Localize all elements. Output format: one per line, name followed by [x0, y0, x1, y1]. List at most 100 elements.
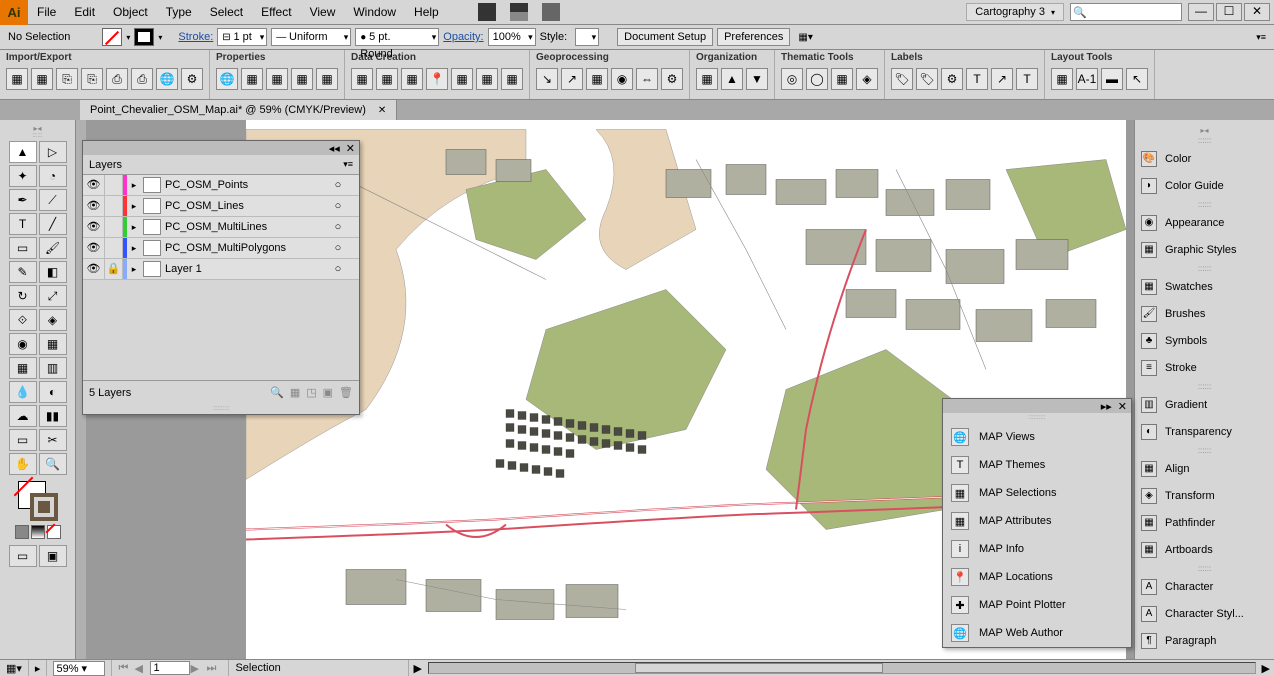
stroke-swatch[interactable]	[134, 28, 154, 46]
bridge-icon[interactable]	[478, 3, 496, 21]
lock-toggle[interactable]	[105, 238, 123, 258]
tool-button[interactable]: 🌐	[216, 68, 238, 90]
panel-symbols[interactable]: ♣Symbols	[1135, 327, 1274, 354]
perspective-tool[interactable]: ▦	[39, 333, 67, 355]
tool-button[interactable]: ▦	[376, 68, 398, 90]
map-panel-item[interactable]: 📍MAP Locations	[943, 563, 1131, 591]
panel-transform[interactable]: ◈Transform	[1135, 482, 1274, 509]
tool-button[interactable]: ▦	[351, 68, 373, 90]
tool-button[interactable]: ⎘	[56, 68, 78, 90]
lock-toggle[interactable]	[105, 217, 123, 237]
shape-builder-tool[interactable]: ◉	[9, 333, 37, 355]
width-tool[interactable]: ⟐	[9, 309, 37, 331]
page-input[interactable]: 1	[150, 661, 190, 675]
document-setup-button[interactable]: Document Setup	[617, 28, 713, 46]
layer-row[interactable]: 👁 ▸ PC_OSM_Points ○	[83, 175, 359, 196]
blend-tool[interactable]: ◐	[39, 381, 67, 403]
locate-layer-icon[interactable]: 🔍	[270, 386, 284, 399]
workspace-switcher[interactable]: Cartography 3▾	[966, 3, 1064, 21]
expand-toggle[interactable]: ▸	[127, 180, 141, 191]
eyedropper-tool[interactable]: 💧	[9, 381, 37, 403]
tool-button[interactable]: 🌐	[156, 68, 178, 90]
tool-button[interactable]: ▦	[501, 68, 523, 90]
tool-button[interactable]: ▦	[291, 68, 313, 90]
panel-character-styl-[interactable]: ACharacter Styl...	[1135, 600, 1274, 627]
tool-button[interactable]: ⎘	[81, 68, 103, 90]
tool-button[interactable]: ▲	[721, 68, 743, 90]
maximize-button[interactable]: ☐	[1216, 3, 1242, 21]
horizontal-scrollbar[interactable]	[428, 662, 1256, 674]
tool-button[interactable]: ⚙	[181, 68, 203, 90]
menu-help[interactable]: Help	[405, 5, 448, 19]
panel-collapse-icon[interactable]: ◂◂	[329, 142, 340, 155]
panel-character[interactable]: ACharacter	[1135, 573, 1274, 600]
tool-button[interactable]: ⇔	[636, 68, 658, 90]
menu-edit[interactable]: Edit	[65, 5, 104, 19]
opacity-input[interactable]: 100%	[488, 28, 536, 46]
screen-mode-normal[interactable]: ▭	[9, 545, 37, 567]
layer-row[interactable]: 👁 🔒 ▸ Layer 1 ○	[83, 259, 359, 280]
tool-button[interactable]: T	[1016, 68, 1038, 90]
mesh-tool[interactable]: ▦	[9, 357, 37, 379]
panel-transparency[interactable]: ◐Transparency	[1135, 418, 1274, 445]
visibility-toggle[interactable]: 👁	[83, 175, 105, 195]
lock-toggle[interactable]	[105, 175, 123, 195]
type-tool[interactable]: T	[9, 213, 37, 235]
target-icon[interactable]: ○	[329, 179, 347, 191]
paintbrush-tool[interactable]: 🖌	[39, 237, 67, 259]
panel-stroke[interactable]: ≡Stroke	[1135, 354, 1274, 381]
selection-tool[interactable]: ▲	[9, 141, 37, 163]
tool-button[interactable]: 🏷	[891, 68, 913, 90]
layer-name-label[interactable]: PC_OSM_Points	[163, 179, 329, 191]
doc-icon[interactable]: ▸	[29, 660, 48, 676]
map-panel-item[interactable]: 🌐MAP Web Author	[943, 619, 1131, 647]
tool-button[interactable]: ◎	[781, 68, 803, 90]
tool-button[interactable]: ▦	[1051, 68, 1073, 90]
layers-panel[interactable]: ◂◂ ✕ Layers▾≡ 👁 ▸ PC_OSM_Points ○ 👁 ▸ PC…	[82, 140, 360, 415]
new-sublayer-icon[interactable]: ◳	[306, 386, 316, 399]
eraser-tool[interactable]: ◧	[39, 261, 67, 283]
align-menu-icon[interactable]: ▦▾	[798, 32, 818, 43]
tool-button[interactable]: ▦	[241, 68, 263, 90]
tool-button[interactable]: ▦	[451, 68, 473, 90]
tool-button[interactable]: ↗	[991, 68, 1013, 90]
tool-button[interactable]: ▦	[476, 68, 498, 90]
hand-tool[interactable]: ✋	[9, 453, 37, 475]
layer-name-label[interactable]: Layer 1	[163, 263, 329, 275]
rectangle-tool[interactable]: ▭	[9, 237, 37, 259]
map-panel[interactable]: ▸▸✕ :::::::::: 🌐MAP ViewsTMAP Themes▦MAP…	[942, 398, 1132, 648]
fill-stroke-indicator[interactable]	[2, 481, 73, 539]
tool-button[interactable]: ↘	[536, 68, 558, 90]
search-input[interactable]: 🔍	[1070, 3, 1182, 21]
panel-artboards[interactable]: ▦Artboards	[1135, 536, 1274, 563]
scale-tool[interactable]: ⤢	[39, 285, 67, 307]
first-page-button[interactable]: ⏮	[118, 662, 134, 675]
tool-button[interactable]: 🏷	[916, 68, 938, 90]
opacity-label[interactable]: Opacity:	[443, 31, 483, 43]
prev-page-button[interactable]: ◀	[134, 662, 150, 675]
map-panel-item[interactable]: 🌐MAP Views	[943, 423, 1131, 451]
zoom-dropdown[interactable]: 59% ▾	[53, 661, 105, 676]
tool-button[interactable]: ↗	[561, 68, 583, 90]
expand-toggle[interactable]: ▸	[127, 201, 141, 212]
map-panel-item[interactable]: ▦MAP Selections	[943, 479, 1131, 507]
map-panel-item[interactable]: TMAP Themes	[943, 451, 1131, 479]
zoom-tool[interactable]: 🔍	[39, 453, 67, 475]
map-panel-close-icon[interactable]: ✕	[1118, 400, 1127, 413]
close-button[interactable]: ✕	[1244, 3, 1270, 21]
visibility-toggle[interactable]: 👁	[83, 196, 105, 216]
tool-button[interactable]: ⚙	[941, 68, 963, 90]
visibility-toggle[interactable]: 👁	[83, 217, 105, 237]
tool-button[interactable]: ▬	[1101, 68, 1123, 90]
lasso-tool[interactable]: ◔	[39, 165, 67, 187]
lock-toggle[interactable]: 🔒	[105, 259, 123, 279]
layer-row[interactable]: 👁 ▸ PC_OSM_MultiPolygons ○	[83, 238, 359, 259]
gradient-tool[interactable]: ▥	[39, 357, 67, 379]
next-page-button[interactable]: ▶	[190, 662, 206, 675]
tool-button[interactable]: ▦	[586, 68, 608, 90]
menu-select[interactable]: Select	[201, 5, 252, 19]
tool-button[interactable]: ◉	[611, 68, 633, 90]
tool-button[interactable]: ⚙	[661, 68, 683, 90]
minimize-button[interactable]: —	[1188, 3, 1214, 21]
rotate-tool[interactable]: ↻	[9, 285, 37, 307]
